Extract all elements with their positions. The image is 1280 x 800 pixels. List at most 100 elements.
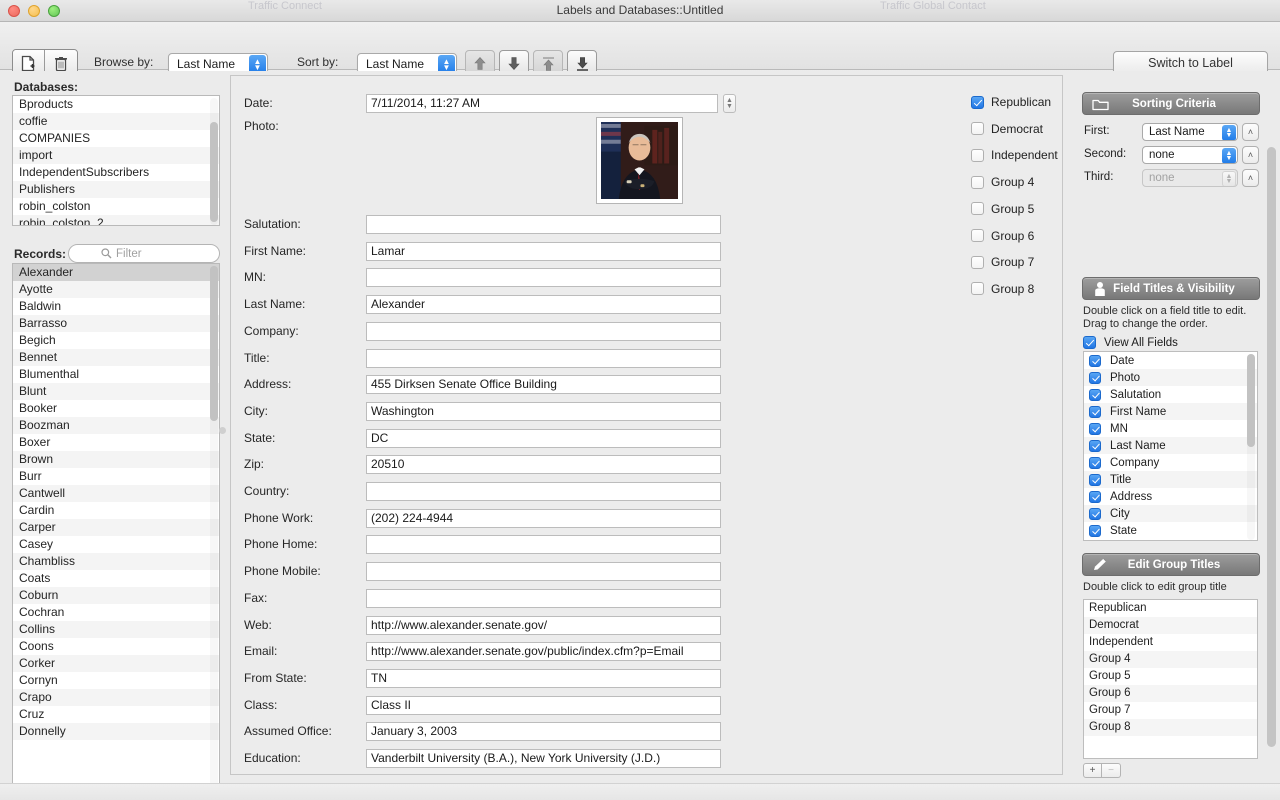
record-list-item[interactable]: Burr <box>13 468 219 485</box>
field-visibility-list[interactable]: DatePhotoSalutationFirst NameMNLast Name… <box>1083 351 1258 541</box>
field-input-title[interactable] <box>366 349 721 368</box>
group-title-item[interactable]: Democrat <box>1084 617 1257 634</box>
group-checkbox-row[interactable]: Group 4 <box>971 175 1034 189</box>
group-title-item[interactable]: Independent <box>1084 634 1257 651</box>
database-list-item[interactable]: Bproducts <box>13 96 219 113</box>
field-input-phonehome[interactable] <box>366 535 721 554</box>
field-visibility-row[interactable]: Company <box>1084 454 1257 471</box>
group-checkbox-republican[interactable] <box>971 96 984 109</box>
field-visibility-row[interactable]: MN <box>1084 420 1257 437</box>
databases-scroll-thumb[interactable] <box>210 122 218 222</box>
group-title-item[interactable]: Group 4 <box>1084 651 1257 668</box>
sorting-criteria-header[interactable]: Sorting Criteria <box>1082 92 1260 115</box>
sort-direction-button-2[interactable]: ˄ <box>1242 146 1259 164</box>
sort-stepper-icon-1[interactable]: ▲▼ <box>1222 125 1236 141</box>
photo-thumbnail[interactable] <box>596 117 683 204</box>
view-all-fields-checkbox[interactable] <box>1083 336 1096 349</box>
field-input-salutation[interactable] <box>366 215 721 234</box>
remove-group-button[interactable]: − <box>1102 763 1121 778</box>
sort-direction-button-1[interactable]: ˄ <box>1242 123 1259 141</box>
record-list-item[interactable]: Ayotte <box>13 281 219 298</box>
record-list-item[interactable]: Bennet <box>13 349 219 366</box>
field-visibility-checkbox-first-name[interactable] <box>1089 406 1101 418</box>
field-visibility-row[interactable]: Salutation <box>1084 386 1257 403</box>
field-visibility-checkbox-photo[interactable] <box>1089 372 1101 384</box>
field-input-country[interactable] <box>366 482 721 501</box>
record-list-item[interactable]: Barrasso <box>13 315 219 332</box>
field-titles-header[interactable]: Field Titles & Visibility <box>1082 277 1260 300</box>
sort-select-1[interactable]: Last Name▲▼ <box>1142 123 1238 141</box>
group-title-item[interactable]: Republican <box>1084 600 1257 617</box>
field-input-lastname[interactable]: Alexander <box>366 295 721 314</box>
field-visibility-checkbox-company[interactable] <box>1089 457 1101 469</box>
records-resize-handle[interactable] <box>219 427 226 434</box>
record-list-item[interactable]: Brown <box>13 451 219 468</box>
record-list-item[interactable]: Coburn <box>13 587 219 604</box>
record-list-item[interactable]: Donnelly <box>13 723 219 740</box>
field-input-email[interactable]: http://www.alexander.senate.gov/public/i… <box>366 642 721 661</box>
record-list-item[interactable]: Boxer <box>13 434 219 451</box>
add-group-button[interactable]: + <box>1083 763 1102 778</box>
record-list-item[interactable]: Blunt <box>13 383 219 400</box>
record-list-item[interactable]: Coats <box>13 570 219 587</box>
field-input-mn[interactable] <box>366 268 721 287</box>
field-input-address[interactable]: 455 Dirksen Senate Office Building <box>366 375 721 394</box>
record-list-item[interactable]: Crapo <box>13 689 219 706</box>
record-list-item[interactable]: Coons <box>13 638 219 655</box>
database-list-item[interactable]: import <box>13 147 219 164</box>
field-input-city[interactable]: Washington <box>366 402 721 421</box>
group-checkbox-group-7[interactable] <box>971 256 984 269</box>
field-input-state[interactable]: DC <box>366 429 721 448</box>
sort-select-2[interactable]: none▲▼ <box>1142 146 1238 164</box>
group-titles-list[interactable]: RepublicanDemocratIndependentGroup 4Grou… <box>1083 599 1258 759</box>
field-list-scroll-thumb[interactable] <box>1247 354 1255 447</box>
field-input-zip[interactable]: 20510 <box>366 455 721 474</box>
record-list-item[interactable]: Corker <box>13 655 219 672</box>
field-visibility-row[interactable]: First Name <box>1084 403 1257 420</box>
field-visibility-row[interactable]: Title <box>1084 471 1257 488</box>
field-visibility-checkbox-address[interactable] <box>1089 491 1101 503</box>
database-list-item[interactable]: Publishers <box>13 181 219 198</box>
sort-direction-button-3[interactable]: ˄ <box>1242 169 1259 187</box>
group-title-item[interactable]: Group 8 <box>1084 719 1257 736</box>
database-list-item[interactable]: coffie <box>13 113 219 130</box>
database-list-item[interactable]: COMPANIES <box>13 130 219 147</box>
field-visibility-checkbox-salutation[interactable] <box>1089 389 1101 401</box>
group-title-item[interactable]: Group 5 <box>1084 668 1257 685</box>
field-input-education[interactable]: Vanderbilt University (B.A.), New York U… <box>366 749 721 768</box>
records-list[interactable]: AlexanderAyotteBaldwinBarrassoBegichBenn… <box>12 263 220 800</box>
record-list-item[interactable]: Collins <box>13 621 219 638</box>
field-visibility-checkbox-last-name[interactable] <box>1089 440 1101 452</box>
group-checkbox-row[interactable]: Group 8 <box>971 282 1034 296</box>
field-visibility-row[interactable]: Last Name <box>1084 437 1257 454</box>
record-list-item[interactable]: Baldwin <box>13 298 219 315</box>
group-checkbox-row[interactable]: Group 6 <box>971 229 1034 243</box>
record-list-item[interactable]: Cardin <box>13 502 219 519</box>
field-input-phonework[interactable]: (202) 224-4944 <box>366 509 721 528</box>
edit-group-titles-header[interactable]: Edit Group Titles <box>1082 553 1260 576</box>
record-list-item[interactable]: Carper <box>13 519 219 536</box>
field-visibility-row[interactable]: State <box>1084 522 1257 539</box>
group-checkbox-row[interactable]: Independent <box>971 148 1058 162</box>
record-list-item[interactable]: Chambliss <box>13 553 219 570</box>
field-input-fromstate[interactable]: TN <box>366 669 721 688</box>
record-list-item[interactable]: Cochran <box>13 604 219 621</box>
field-visibility-row[interactable]: City <box>1084 505 1257 522</box>
group-checkbox-group-4[interactable] <box>971 176 984 189</box>
field-input-date[interactable]: 7/11/2014, 11:27 AM <box>366 94 718 113</box>
view-all-fields-row[interactable]: View All Fields <box>1083 336 1178 349</box>
field-input-firstname[interactable]: Lamar <box>366 242 721 261</box>
window-scrollbar[interactable] <box>1267 147 1276 800</box>
field-visibility-row[interactable]: Address <box>1084 488 1257 505</box>
field-input-fax[interactable] <box>366 589 721 608</box>
records-scrollbar[interactable] <box>210 266 218 800</box>
group-title-item[interactable]: Group 6 <box>1084 685 1257 702</box>
field-input-class[interactable]: Class II <box>366 696 721 715</box>
group-checkbox-group-8[interactable] <box>971 282 984 295</box>
sort-stepper-icon-3[interactable]: ▲▼ <box>1222 171 1236 187</box>
records-scroll-thumb[interactable] <box>210 266 218 421</box>
group-checkbox-row[interactable]: Group 5 <box>971 202 1034 216</box>
sort-select-3[interactable]: none▲▼ <box>1142 169 1238 187</box>
group-checkbox-independent[interactable] <box>971 149 984 162</box>
field-input-phonemobile[interactable] <box>366 562 721 581</box>
